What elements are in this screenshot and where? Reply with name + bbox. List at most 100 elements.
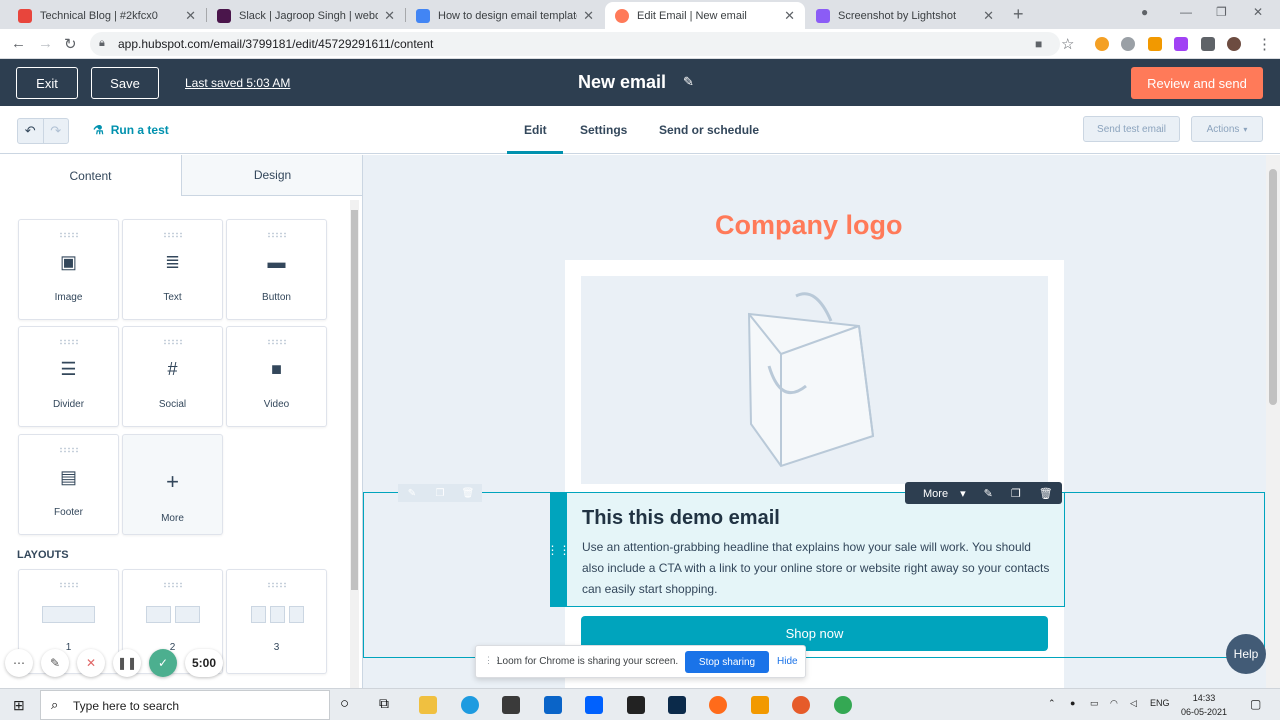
extensions-puzzle-icon[interactable] [1201, 37, 1215, 51]
close-tab-icon[interactable]: ✕ [384, 8, 395, 24]
microphone-icon[interactable]: ● [1070, 698, 1075, 708]
extension-icon[interactable] [1095, 37, 1109, 51]
stop-sharing-button[interactable]: Stop sharing [685, 651, 769, 673]
edge-icon[interactable] [461, 696, 479, 714]
loom-draw-icon[interactable]: ✎ [41, 649, 69, 677]
timer-app-icon[interactable] [792, 696, 810, 714]
loom-pause-icon[interactable]: ❚❚ [113, 649, 141, 677]
exit-button[interactable]: Exit [16, 67, 78, 99]
canvas-scrollbar[interactable] [1266, 155, 1280, 688]
chrome-menu-icon[interactable]: ⋮ [1257, 35, 1272, 53]
company-logo[interactable]: Company logo [715, 210, 903, 241]
module-text[interactable]: ≣ Text [122, 219, 223, 320]
chrome-icon[interactable] [834, 696, 852, 714]
bookmark-star-icon[interactable]: ☆ [1061, 35, 1074, 53]
browser-tab[interactable]: Slack | Jagroop Singh | webdew ✕ [207, 2, 405, 29]
email-heading[interactable]: This this demo email [582, 507, 780, 530]
maximize-icon[interactable]: ❐ [1216, 5, 1227, 19]
sublime-icon[interactable] [751, 696, 769, 714]
language-indicator[interactable]: ENG [1150, 698, 1170, 708]
photoshop-icon[interactable] [668, 696, 686, 714]
drag-handle-icon[interactable]: ⋮⋮ [547, 492, 571, 607]
windows-start-icon[interactable]: ⊞ [13, 697, 25, 714]
close-window-icon[interactable]: ✕ [1253, 5, 1263, 19]
module-video[interactable]: ■ Video [226, 326, 327, 427]
extension-icon[interactable] [1121, 37, 1135, 51]
module-divider[interactable]: ☰ Divider [18, 326, 119, 427]
loom-more-icon[interactable]: ⋯ [5, 649, 33, 677]
notion-icon[interactable] [627, 696, 645, 714]
tab-settings[interactable]: Settings [580, 123, 627, 137]
run-a-test-button[interactable]: ⚗ Run a test [93, 123, 169, 137]
module-button[interactable]: ▬ Button [226, 219, 327, 320]
task-view-icon[interactable]: ⧉ [379, 695, 389, 712]
camera-icon[interactable]: ■ [1035, 37, 1042, 51]
close-tab-icon[interactable]: ✕ [583, 8, 594, 24]
hide-link[interactable]: Hide [777, 656, 798, 667]
mail-icon[interactable] [544, 696, 562, 714]
undo-icon[interactable]: ↶ [18, 119, 43, 143]
cortana-icon[interactable]: ○ [340, 695, 349, 712]
notifications-icon[interactable]: ▢ [1250, 697, 1261, 711]
extension-icon[interactable] [1148, 37, 1162, 51]
panel-scrollbar[interactable] [350, 200, 359, 688]
loom-cancel-icon[interactable]: ✕ [77, 649, 105, 677]
save-button[interactable]: Save [91, 67, 159, 99]
url-bar[interactable]: 🔒︎ app.hubspot.com/email/3799181/edit/45… [90, 32, 1060, 56]
reload-icon[interactable]: ↻ [64, 35, 77, 53]
module-more[interactable]: + More [122, 434, 223, 535]
profile-menu-icon[interactable]: ● [1141, 5, 1148, 19]
delete-section-trash-icon[interactable]: 🗑︎ [454, 484, 482, 502]
email-body-text[interactable]: Use an attention-grabbing headline that … [582, 537, 1052, 600]
layout-3-column[interactable]: 3 [226, 569, 327, 674]
browser-tab-active[interactable]: Edit Email | New email ✕ [605, 2, 805, 29]
actions-dropdown[interactable]: Actions ▾ [1191, 116, 1263, 142]
browser-tab[interactable]: How to design email template in ✕ [406, 2, 604, 29]
tab-design[interactable]: Design [181, 155, 362, 196]
browser-tab[interactable]: Technical Blog | #2kfcx0 ✕ [8, 2, 206, 29]
scrollbar-thumb[interactable] [1269, 169, 1277, 405]
volume-icon[interactable]: ◁ [1130, 698, 1137, 709]
edit-title-pencil-icon[interactable]: ✎ [683, 74, 694, 90]
close-tab-icon[interactable]: ✕ [185, 8, 196, 24]
close-tab-icon[interactable]: ✕ [983, 8, 994, 24]
system-clock[interactable]: 14:33 06-05-2021 [1181, 691, 1227, 719]
hero-image[interactable] [581, 276, 1048, 484]
forward-icon[interactable]: → [38, 35, 53, 52]
module-image[interactable]: ▣ Image [18, 219, 119, 320]
back-icon[interactable]: ← [11, 35, 26, 52]
email-title[interactable]: New email [578, 72, 666, 93]
new-tab-icon[interactable]: + [1013, 4, 1024, 25]
wifi-icon[interactable]: ◠ [1110, 698, 1118, 709]
tab-edit[interactable]: Edit [524, 123, 547, 137]
tray-chevron-icon[interactable]: ⌃ [1048, 698, 1056, 709]
profile-avatar[interactable] [1227, 37, 1241, 51]
loom-finish-check-icon[interactable]: ✓ [149, 649, 177, 677]
file-explorer-icon[interactable] [419, 696, 437, 714]
review-and-send-button[interactable]: Review and send [1131, 67, 1263, 99]
module-footer[interactable]: ▤ Footer [18, 434, 119, 535]
extension-icon[interactable] [1174, 37, 1188, 51]
close-tab-icon[interactable]: ✕ [784, 8, 795, 24]
send-test-email-button[interactable]: Send test email [1083, 116, 1180, 142]
last-saved-link[interactable]: Last saved 5:03 AM [185, 76, 290, 90]
tab-content[interactable]: Content [0, 155, 181, 196]
edit-section-pencil-icon[interactable]: ✎ [398, 484, 426, 502]
delete-module-trash-icon[interactable]: 🗑︎ [1030, 487, 1062, 500]
clone-section-icon[interactable]: ❐ [426, 484, 454, 502]
scrollbar-thumb[interactable] [351, 210, 358, 590]
battery-icon[interactable]: ▭ [1090, 698, 1099, 709]
clone-module-icon[interactable]: ❐ [1002, 487, 1030, 500]
minimize-icon[interactable]: — [1180, 5, 1192, 19]
help-button[interactable]: Help [1226, 634, 1266, 674]
tab-send-or-schedule[interactable]: Send or schedule [659, 123, 759, 137]
taskbar-search-box[interactable]: ⌕ Type here to search [40, 690, 330, 720]
module-social[interactable]: # Social [122, 326, 223, 427]
redo-icon[interactable]: ↷ [42, 119, 69, 143]
edit-module-pencil-icon[interactable]: ✎ [975, 487, 1002, 500]
firefox-icon[interactable] [709, 696, 727, 714]
store-icon[interactable] [502, 696, 520, 714]
dropbox-icon[interactable] [585, 696, 603, 714]
text-module-selected[interactable]: ⋮⋮ This this demo email Use an attention… [547, 492, 1065, 607]
browser-tab[interactable]: Screenshot by Lightshot ✕ [806, 2, 1004, 29]
